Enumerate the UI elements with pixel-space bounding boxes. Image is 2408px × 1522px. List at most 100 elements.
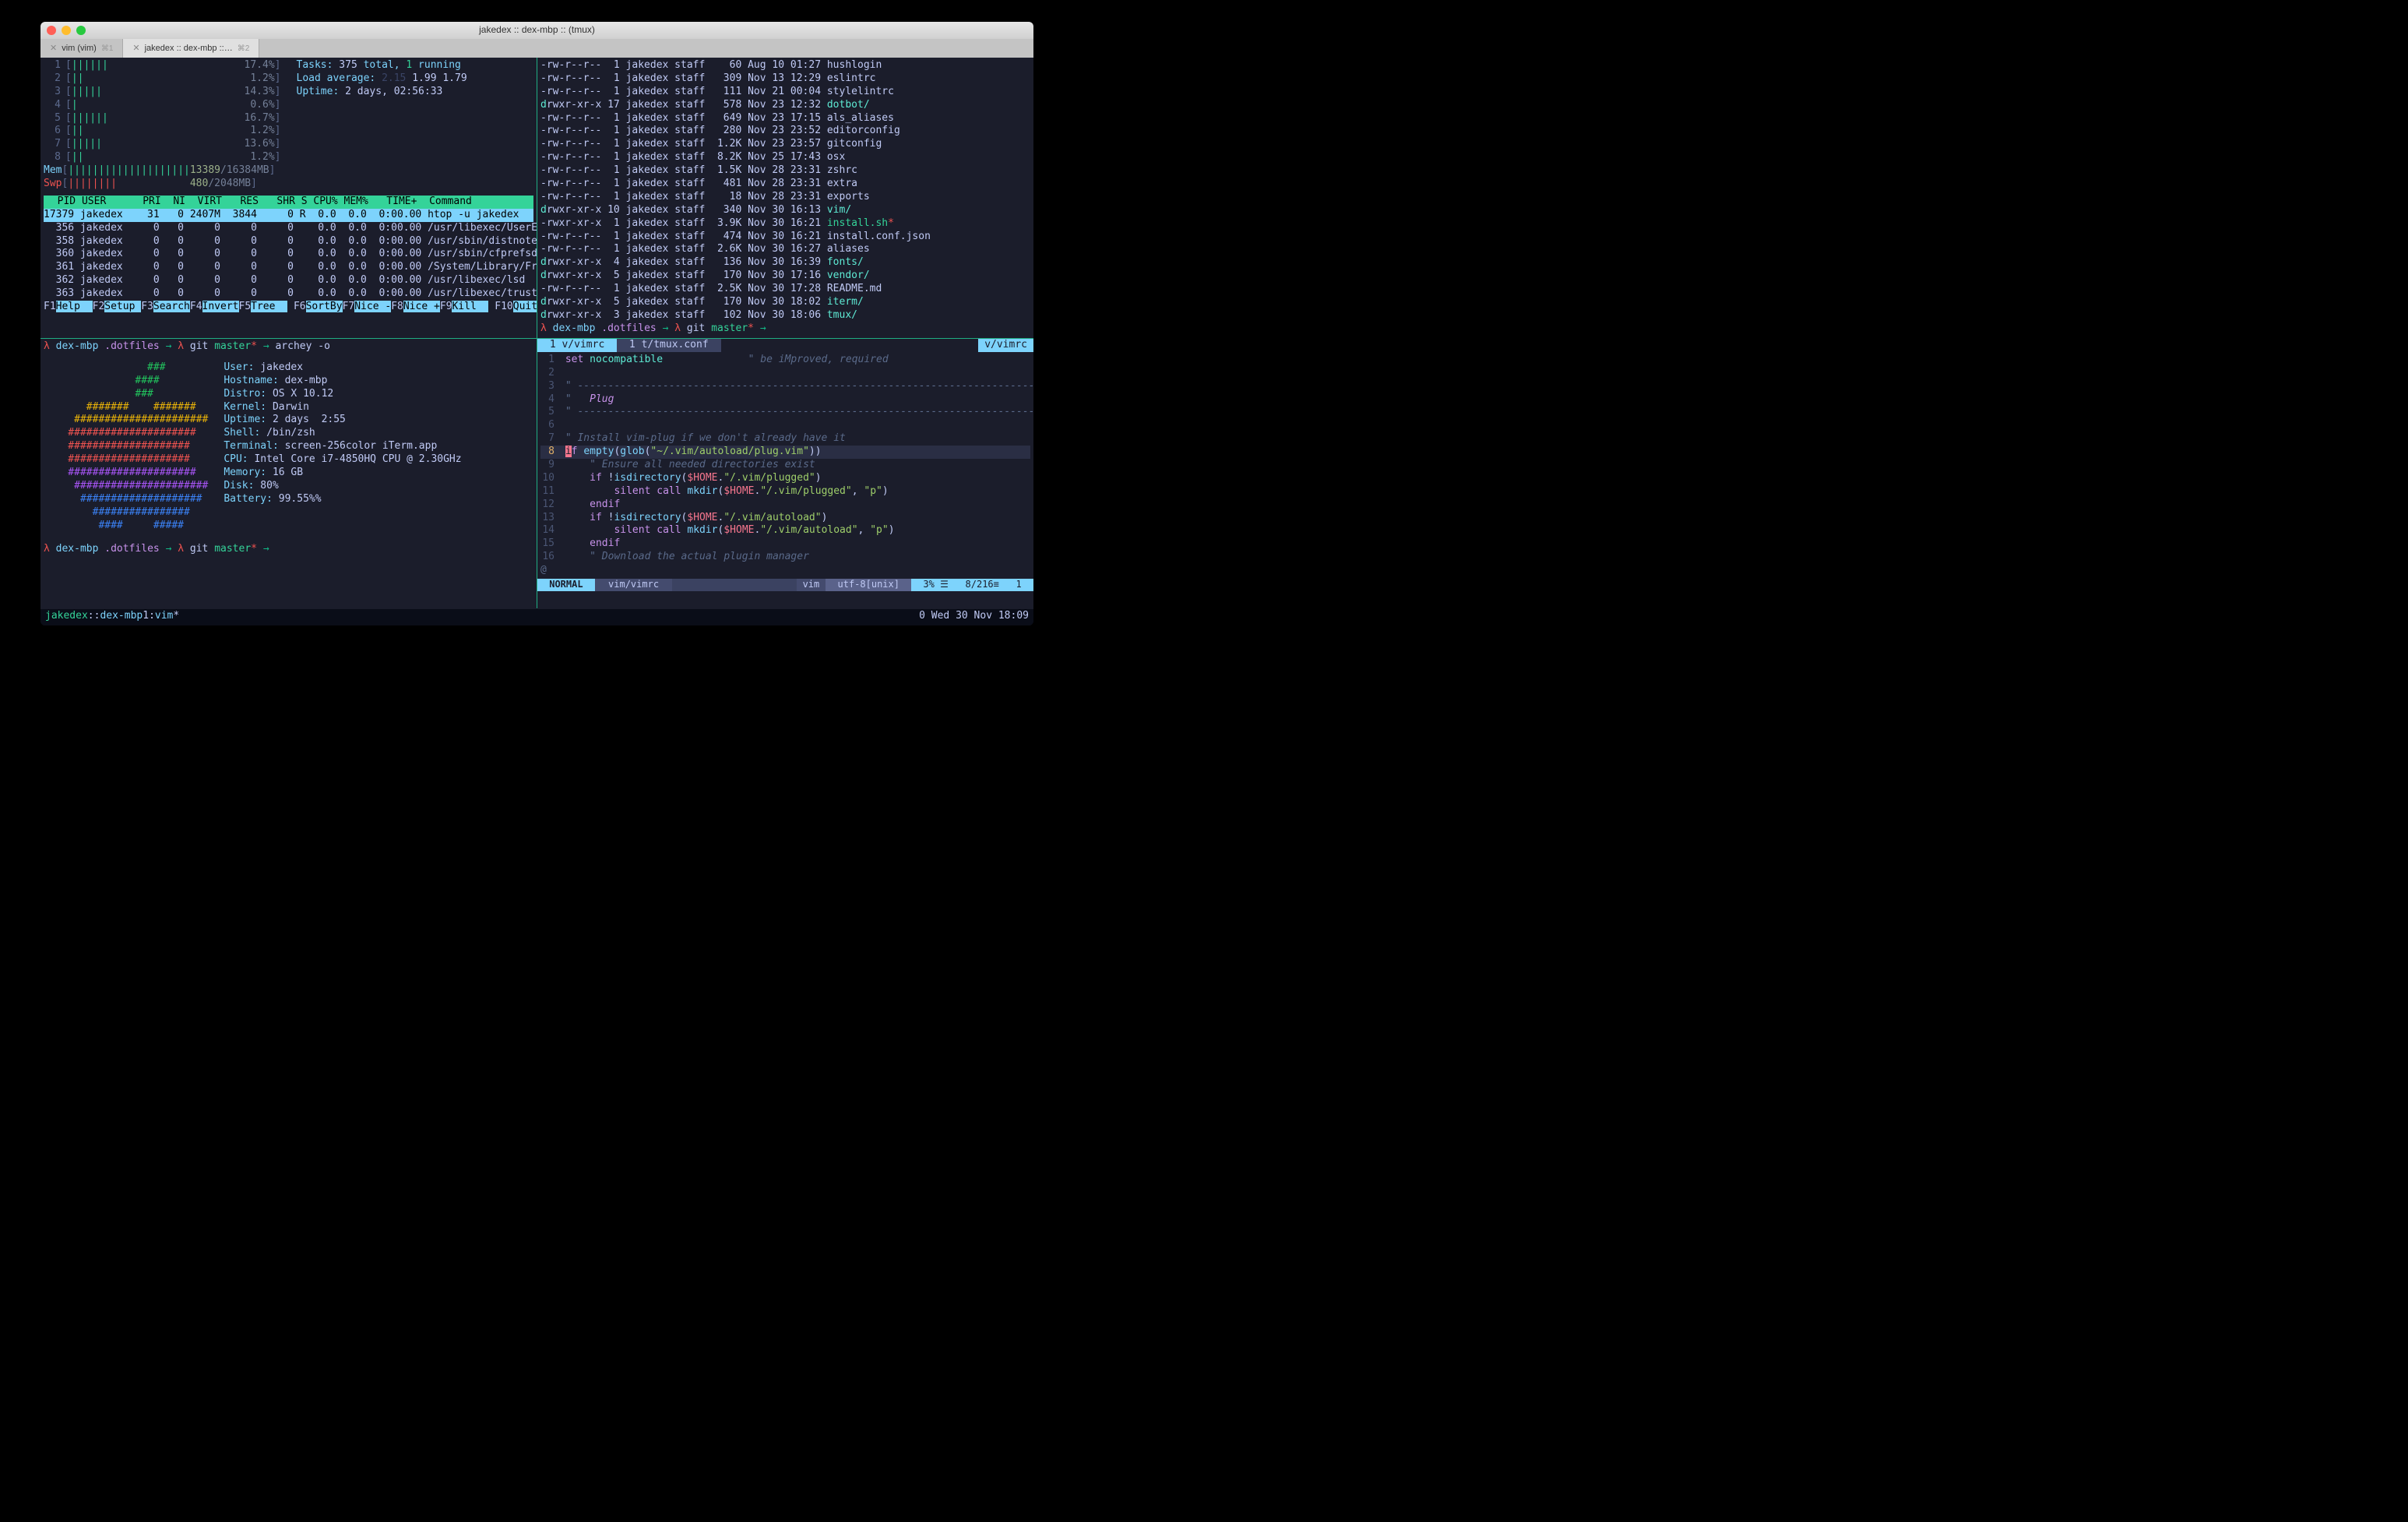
table-row[interactable]: 362 jakedex 0 0 0 0 0 0.0 0.0 0:00.00 /u… [44,274,533,287]
pane-vim[interactable]: 1 v/vimrc 1 t/tmux.conf v/vimrc 1 set noc… [537,339,1033,609]
vim-mode: NORMAL [537,579,595,591]
table-row: -rw-r--r-- 1 jakedex staff 2.5K Nov 30 1… [540,283,1030,296]
table-row[interactable]: 363 jakedex 0 0 0 0 0 0.0 0.0 0:00.00 /u… [44,287,533,301]
table-row: drwxr-xr-x 17 jakedex staff 578 Nov 23 1… [540,99,1030,112]
vim-tab-right: v/vimrc [978,339,1033,352]
info-row: Memory: 16 GB [224,467,461,480]
tmux-panes: 1[|||||| 17.4%]2[|| 1.2%]3[||||| 14.3%]4… [40,58,1033,608]
table-row[interactable]: 356 jakedex 0 0 0 0 0 0.0 0.0 0:00.00 /u… [44,222,533,235]
close-tab-icon[interactable]: ✕ [50,43,57,54]
logo-line: #################### [44,453,208,467]
shell-prompt[interactable]: λ dex-mbp .dotfiles → λ git master* → ar… [44,340,533,354]
logo-line: ####### ####### [44,401,208,414]
code-line[interactable]: 1 set nocompatible " be iMproved, requir… [540,354,1030,367]
logo-line: ###################### [44,414,208,427]
table-row: -rw-r--r-- 1 jakedex staff 2.6K Nov 30 1… [540,243,1030,256]
code-line[interactable]: 16 " Download the actual plugin manager [540,551,1030,564]
table-row: -rw-r--r-- 1 jakedex staff 309 Nov 13 12… [540,72,1030,86]
titlebar[interactable]: jakedex :: dex-mbp :: (tmux) [40,22,1033,39]
tab-bar: ✕ vim (vim) ⌘1 ✕ jakedex :: dex-mbp ::… … [40,39,1033,58]
code-line[interactable]: 13 if !isdirectory($HOME."/.vim/autoload… [540,512,1030,525]
code-line[interactable]: 14 silent call mkdir($HOME."/.vim/autolo… [540,524,1030,537]
pane-ls[interactable]: -rw-r--r-- 1 jakedex staff 60 Aug 10 01:… [537,58,1033,338]
table-row: -rw-r--r-- 1 jakedex staff 1.2K Nov 23 2… [540,138,1030,151]
logo-line: ### [44,388,208,401]
table-row: -rw-r--r-- 1 jakedex staff 481 Nov 28 23… [540,178,1030,191]
info-row: Terminal: screen-256color iTerm.app [224,440,461,453]
table-row: -rwxr-xr-x 1 jakedex staff 3.9K Nov 30 1… [540,217,1030,231]
tmux-statusbar: jakedex::dex-mbp1:vim* 0 Wed 30 Nov 18:0… [40,608,1033,625]
vim-tabline: 1 v/vimrc 1 t/tmux.conf v/vimrc [537,339,1033,352]
htop-header: PID USER PRI NI VIRT RES SHR S CPU% MEM%… [44,196,533,209]
htop-fkeys: F1Help F2Setup F3SearchF4InvertF5Tree F6… [44,301,533,314]
info-row: CPU: Intel Core i7-4850HQ CPU @ 2.30GHz [224,453,461,467]
code-line[interactable]: 5 " ------------------------------------… [540,406,1030,419]
table-row[interactable]: 361 jakedex 0 0 0 0 0 0.0 0.0 0:00.00 /S… [44,261,533,274]
tab-shortcut: ⌘2 [238,44,250,54]
code-line[interactable]: 12 endif [540,499,1030,512]
vim-statusline: NORMAL vim/vimrc vim utf-8[unix] 3% ☰ 8/… [537,579,1033,591]
table-row: drwxr-xr-x 10 jakedex staff 340 Nov 30 1… [540,204,1030,217]
vim-position: 3% ☰ 8/216≡ 1 [911,579,1033,591]
logo-line: ##################### [44,427,208,440]
vim-tab[interactable]: 1 t/tmux.conf [617,339,720,352]
logo-line: ###################### [44,480,208,493]
table-row: -rw-r--r-- 1 jakedex staff 474 Nov 30 16… [540,231,1030,244]
info-row: Disk: 80% [224,480,461,493]
code-line[interactable]: 10 if !isdirectory($HOME."/.vim/plugged"… [540,472,1030,485]
vim-filetype: vim [797,579,826,591]
shell-prompt[interactable]: λ dex-mbp .dotfiles → λ git master* → [540,322,1030,336]
terminal-window: jakedex :: dex-mbp :: (tmux) ✕ vim (vim)… [40,22,1033,625]
tab-label: vim (vim) [62,43,97,54]
table-row: -rw-r--r-- 1 jakedex staff 1.5K Nov 28 2… [540,164,1030,178]
code-line[interactable]: 9 " Ensure all needed directories exist [540,459,1030,472]
code-line[interactable]: 2 [540,367,1030,380]
code-line[interactable]: 3 " ------------------------------------… [540,380,1030,393]
logo-line: #################### [44,440,208,453]
table-row: -rw-r--r-- 1 jakedex staff 60 Aug 10 01:… [540,59,1030,72]
table-row: drwxr-xr-x 5 jakedex staff 170 Nov 30 17… [540,270,1030,283]
code-line[interactable]: 7 " Install vim-plug if we don't already… [540,432,1030,446]
tmux-status-left: jakedex::dex-mbp1:vim* [45,610,179,624]
code-line[interactable]: 15 endif [540,537,1030,551]
table-row: drwxr-xr-x 5 jakedex staff 170 Nov 30 18… [540,296,1030,309]
info-row: Shell: /bin/zsh [224,427,461,440]
code-line[interactable]: 6 [540,419,1030,432]
logo-line: ##################### [44,467,208,480]
tab-label: jakedex :: dex-mbp ::… [145,43,233,54]
shell-prompt[interactable]: λ dex-mbp .dotfiles → λ git master* → [44,543,533,556]
tab-tmux[interactable]: ✕ jakedex :: dex-mbp ::… ⌘2 [123,39,259,58]
info-row: Kernel: Darwin [224,401,461,414]
table-row[interactable]: 358 jakedex 0 0 0 0 0 0.0 0.0 0:00.00 /u… [44,235,533,248]
table-row: drwxr-xr-x 3 jakedex staff 102 Nov 30 18… [540,309,1030,322]
code-line[interactable]: 8 if empty(glob("~/.vim/autoload/plug.vi… [540,446,1030,459]
logo-line: ### [44,361,208,375]
code-line[interactable]: 4 " Plug [540,393,1030,407]
info-row: Hostname: dex-mbp [224,375,461,388]
table-row[interactable]: 360 jakedex 0 0 0 0 0 0.0 0.0 0:00.00 /u… [44,248,533,261]
table-row[interactable]: 17379 jakedex 31 0 2407M 3844 0 R 0.0 0.… [44,209,533,222]
logo-line: #################### [44,493,208,506]
vim-tab[interactable]: 1 v/vimrc [537,339,617,352]
tab-shortcut: ⌘1 [101,44,114,54]
logo-line: #### [44,375,208,388]
info-row: Distro: OS X 10.12 [224,388,461,401]
logo-line: #### ##### [44,520,208,533]
tmux-status-right: 0 Wed 30 Nov 18:09 [919,610,1029,624]
window-title: jakedex :: dex-mbp :: (tmux) [40,24,1033,37]
logo-line: ################ [44,506,208,520]
vim-encoding: utf-8[unix] [826,579,911,591]
table-row: -rw-r--r-- 1 jakedex staff 18 Nov 28 23:… [540,191,1030,204]
code-line[interactable]: 11 silent call mkdir($HOME."/.vim/plugge… [540,485,1030,499]
table-row: -rw-r--r-- 1 jakedex staff 649 Nov 23 17… [540,112,1030,125]
tab-vim[interactable]: ✕ vim (vim) ⌘1 [40,39,123,58]
info-row: Battery: 99.55%% [224,493,461,506]
pane-archey[interactable]: λ dex-mbp .dotfiles → λ git master* → ar… [40,339,537,609]
vim-file: vim/vimrc [595,579,672,591]
close-tab-icon[interactable]: ✕ [132,43,139,54]
table-row: -rw-r--r-- 1 jakedex staff 8.2K Nov 25 1… [540,151,1030,164]
pane-htop[interactable]: 1[|||||| 17.4%]2[|| 1.2%]3[||||| 14.3%]4… [40,58,537,338]
table-row: -rw-r--r-- 1 jakedex staff 111 Nov 21 00… [540,86,1030,99]
info-row: User: jakedex [224,361,461,375]
vim-at: @ [540,564,1030,577]
